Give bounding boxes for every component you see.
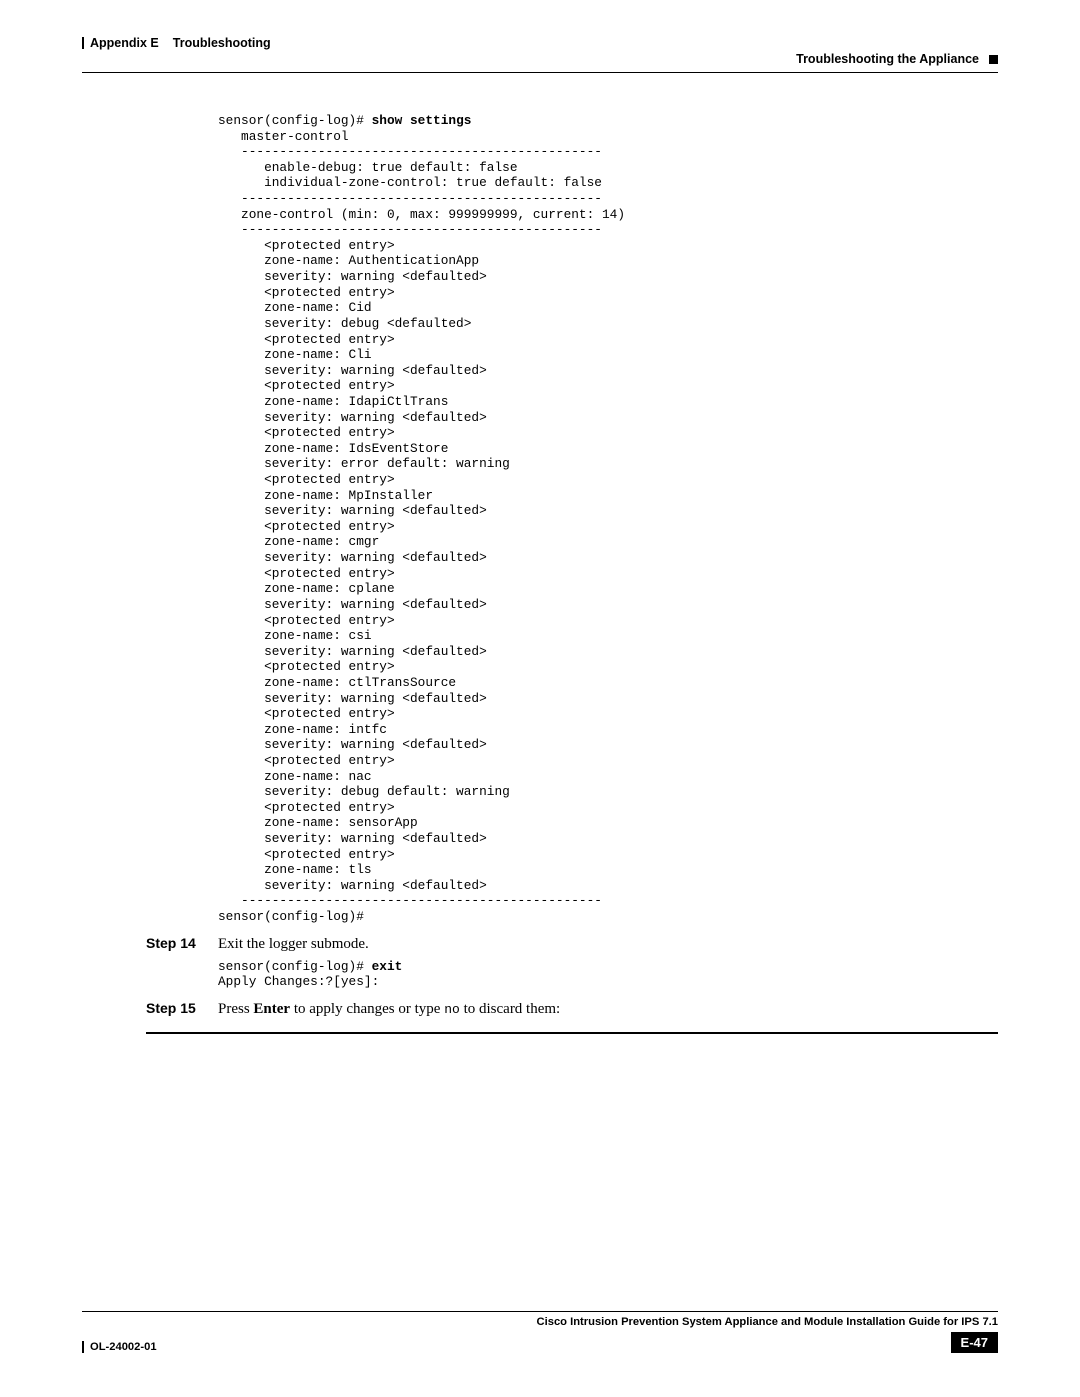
header-bar-icon xyxy=(82,37,84,49)
command: show settings xyxy=(372,113,472,128)
appendix-label: Appendix E xyxy=(90,36,159,50)
code-block-exit: sensor(config-log)# exit Apply Changes:?… xyxy=(218,959,998,990)
code-line: Apply Changes:?[yes]: xyxy=(218,974,379,989)
guide-title: Cisco Intrusion Prevention System Applia… xyxy=(537,1316,998,1328)
step-label: Step 14 xyxy=(146,935,218,951)
header-rule xyxy=(82,72,998,73)
step-text: Exit the logger submode. xyxy=(218,936,369,953)
code-output: master-control -------------------------… xyxy=(218,129,625,924)
doc-id: OL-24002-01 xyxy=(90,1341,157,1353)
chapter-title: Troubleshooting xyxy=(173,36,271,50)
step-15: Step 15 Press Enter to apply changes or … xyxy=(146,1000,998,1018)
running-header: Appendix E Troubleshooting xyxy=(82,36,998,50)
txt: to apply changes or type xyxy=(290,1001,444,1017)
page: Appendix E Troubleshooting Troubleshooti… xyxy=(0,0,1080,1397)
txt: Press xyxy=(218,1001,253,1017)
sub-header: Troubleshooting the Appliance xyxy=(82,52,998,66)
footer-right: Cisco Intrusion Prevention System Applia… xyxy=(537,1316,998,1353)
command: exit xyxy=(372,959,403,974)
prompt: sensor(config-log)# xyxy=(218,113,372,128)
step-14: Step 14 Exit the logger submode. xyxy=(146,935,998,953)
section-end-rule xyxy=(146,1032,998,1034)
square-icon xyxy=(989,55,998,64)
bold-enter: Enter xyxy=(253,1001,290,1017)
step-label: Step 15 xyxy=(146,1000,218,1016)
code-block-show-settings: sensor(config-log)# show settings master… xyxy=(218,113,998,925)
page-footer: OL-24002-01 Cisco Intrusion Prevention S… xyxy=(82,1311,998,1353)
footer-bar-icon xyxy=(82,1341,84,1353)
footer-row: OL-24002-01 Cisco Intrusion Prevention S… xyxy=(82,1316,998,1353)
mono-no: no xyxy=(444,1002,460,1017)
section-title: Troubleshooting the Appliance xyxy=(796,52,979,66)
footer-rule xyxy=(82,1311,998,1312)
prompt: sensor(config-log)# xyxy=(218,959,372,974)
footer-left: OL-24002-01 xyxy=(82,1341,157,1353)
page-number-badge: E-47 xyxy=(951,1332,998,1353)
header-left: Appendix E Troubleshooting xyxy=(82,36,271,50)
txt: to discard them: xyxy=(460,1001,560,1017)
step-text: Press Enter to apply changes or type no … xyxy=(218,1001,560,1018)
